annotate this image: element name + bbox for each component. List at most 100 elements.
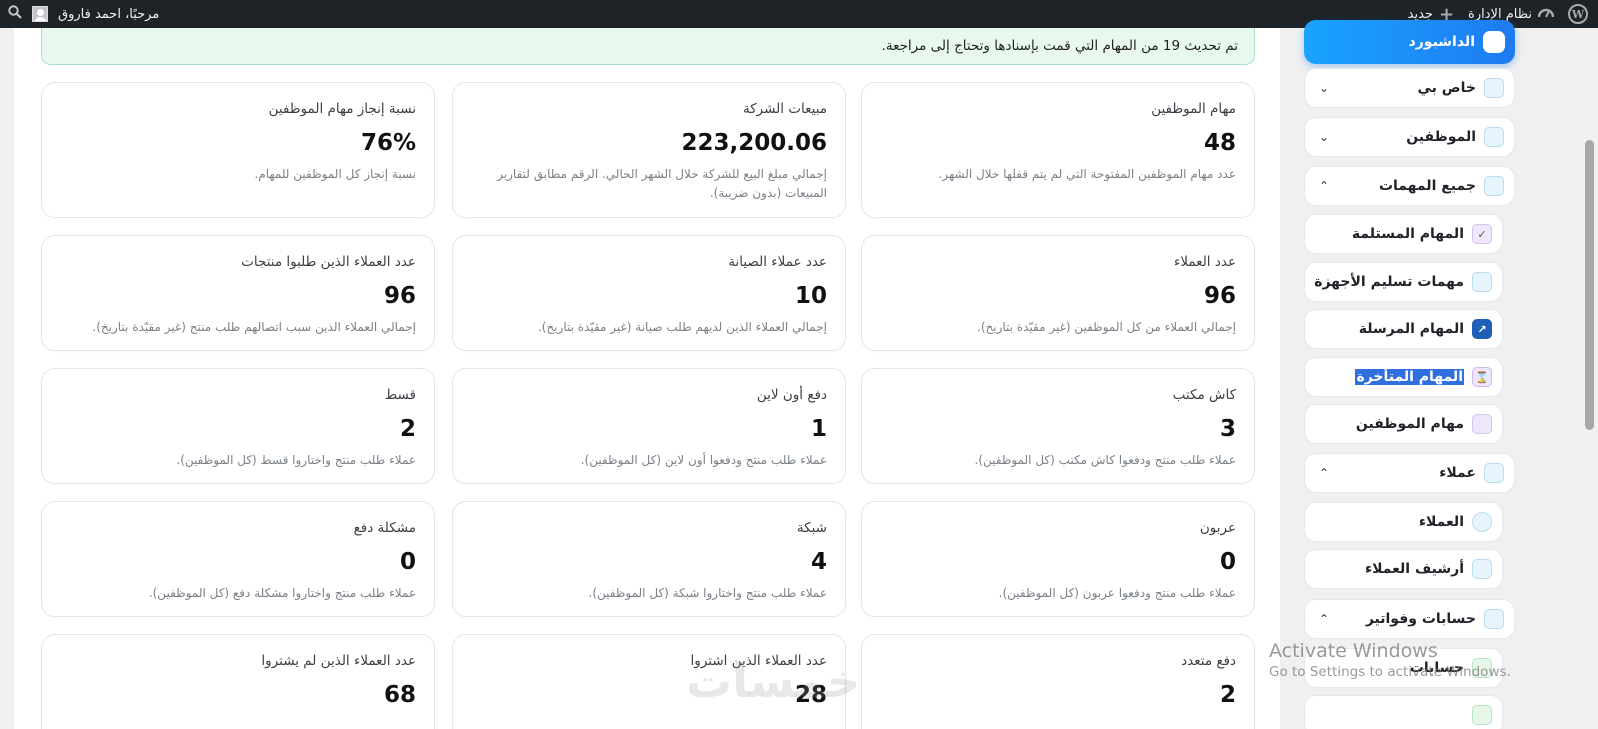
card-title: عدد عملاء الصيانة (728, 254, 827, 270)
card-value: 48 (1203, 130, 1236, 156)
card-value: 223,200.06 (681, 130, 827, 156)
sidebar-item-label: المهام المستلمة (1351, 226, 1464, 242)
sidebar-item-clients-group[interactable]: عملاء ⌃ (1304, 453, 1515, 493)
greeting-link[interactable]: مرحبًا، احمد فاروق (58, 7, 159, 22)
stat-card-installment: قسط 2 عملاء طلب منتج واختاروا قسط (كل ال… (41, 368, 435, 484)
avatar[interactable] (32, 6, 48, 22)
page-scrollbar[interactable] (1581, 28, 1598, 729)
chevron-up-icon[interactable]: ⌃ (1319, 612, 1329, 626)
menu-item-icon (1472, 705, 1492, 725)
watermark: خمسات (686, 654, 861, 708)
activate-windows-overlay: Activate Windows Go to Settings to activ… (1269, 640, 1511, 680)
update-notice: تم تحديث 19 من المهام التي قمت بإسنادها … (41, 28, 1255, 65)
stat-card-payment-problem: مشكلة دفع 0 عملاء طلب منتج واختاروا مشكل… (41, 501, 435, 617)
card-title: عربون (1199, 520, 1236, 536)
card-title: عدد العملاء الذين لم يشتروا (261, 653, 416, 669)
card-value: 10 (794, 283, 827, 309)
client-icon (1472, 512, 1492, 532)
card-description: نسبة إنجاز كل الموظفين للمهام. (254, 167, 416, 181)
card-description: إجمالي العملاء الذين سبب اتصالهم طلب منت… (92, 320, 416, 334)
card-description: إجمالي العملاء الذين لديهم طلب صيانة (غي… (537, 320, 827, 334)
card-value: 2 (399, 416, 416, 442)
sidebar-item-employees[interactable]: الموظفين ⌄ (1304, 117, 1515, 157)
card-description: إجمالي العملاء من كل الموظفين (غير مقيّد… (977, 320, 1236, 334)
search-icon[interactable] (8, 5, 22, 23)
sidebar-item-label: أرشيف العملاء (1364, 561, 1464, 577)
sidebar-item-clients[interactable]: العملاء (1304, 502, 1503, 542)
sidebar-item-label: جميع المهمات (1378, 178, 1476, 194)
sidebar-item-device-tasks[interactable]: مهمات تسليم الأجهزة (1304, 262, 1503, 302)
sidebar-item-label: حسابات وفواتير (1365, 611, 1476, 627)
chevron-up-icon[interactable]: ⌃ (1319, 179, 1329, 193)
card-description: عملاء طلب منتج واختاروا قسط (كل الموظفين… (176, 453, 416, 467)
users-icon (1484, 127, 1504, 147)
scrollbar-thumb[interactable] (1585, 140, 1594, 430)
card-title: مبيعات الشركة (742, 101, 827, 117)
hourglass-icon: ⌛ (1472, 367, 1492, 387)
activate-subtitle: Go to Settings to activate Windows. (1269, 664, 1511, 680)
sidebar-item-mine[interactable]: خاص بي ⌄ (1304, 68, 1515, 108)
sidebar: الداشبورد خاص بي ⌄ الموظفين ⌄ جميع المهم… (1284, 20, 1546, 729)
notice-text: تم تحديث 19 من المهام التي قمت بإسنادها … (881, 38, 1238, 54)
list-icon (1472, 414, 1492, 434)
card-description: إجمالي مبلغ البيع للشركة خلال الشهر الحا… (497, 167, 827, 200)
card-description: عملاء طلب منتج ودفعوا عربون (كل الموظفين… (998, 586, 1236, 600)
tasks-icon (1484, 176, 1504, 196)
card-value: 1 (810, 416, 827, 442)
card-value: 76% (360, 130, 416, 156)
sidebar-item-label: المهام المتأخرة (1355, 369, 1464, 385)
stat-card-multi-payment: دفع متعدد 2 (861, 634, 1255, 729)
sidebar-item-all-tasks[interactable]: جميع المهمات ⌃ (1304, 166, 1515, 206)
card-title: دفع متعدد (1181, 653, 1236, 669)
sidebar-item-label: الموظفين (1406, 129, 1476, 145)
card-value: 68 (383, 682, 416, 708)
sidebar-item-label: مهمات تسليم الأجهزة (1314, 274, 1464, 290)
card-value: 2 (1219, 682, 1236, 708)
stat-card-network: شبكة 4 عملاء طلب منتج واختاروا شبكة (كل … (452, 501, 846, 617)
card-title: عدد العملاء الذين طلبوا منتجات (241, 254, 416, 270)
chevron-down-icon[interactable]: ⌄ (1319, 130, 1329, 144)
card-value: 4 (810, 549, 827, 575)
card-description: عملاء طلب منتج واختاروا شبكة (كل الموظفي… (588, 586, 827, 600)
invoice-icon (1484, 609, 1504, 629)
sidebar-item-late-tasks[interactable]: ⌛ المهام المتأخرة (1304, 357, 1503, 397)
card-description: عملاء طلب منتج ودفعوا كاش مكتب (كل الموظ… (974, 453, 1236, 467)
card-value: 96 (383, 283, 416, 309)
stat-card-office-cash: كاش مكتب 3 عملاء طلب منتج ودفعوا كاش مكت… (861, 368, 1255, 484)
activate-title: Activate Windows (1269, 640, 1438, 662)
sidebar-item-sent-tasks[interactable]: ↗ المهام المرسلة (1304, 309, 1503, 349)
card-description: عدد مهام الموظفين المفتوحة التي لم يتم ق… (938, 167, 1236, 181)
folder-icon (1484, 78, 1504, 98)
sidebar-item-label: المهام المرسلة (1358, 321, 1464, 337)
stat-card-clients-count: عدد العملاء 96 إجمالي العملاء من كل المو… (861, 235, 1255, 351)
stat-card-maintenance-clients: عدد عملاء الصيانة 10 إجمالي العملاء الذي… (452, 235, 846, 351)
check-icon: ✓ (1472, 224, 1492, 244)
card-title: شبكة (796, 520, 827, 536)
stat-card-employee-tasks: مهام الموظفين 48 عدد مهام الموظفين المفت… (861, 82, 1255, 218)
card-title: نسبة إنجاز مهام الموظفين (268, 101, 416, 117)
card-title: دفع أون لاين (756, 387, 827, 403)
sidebar-item-received-tasks[interactable]: ✓ المهام المستلمة (1304, 214, 1503, 254)
sidebar-item-partial[interactable] (1304, 695, 1503, 729)
sidebar-item-employee-tasks[interactable]: مهام الموظفين (1304, 404, 1503, 444)
card-value: 0 (399, 549, 416, 575)
chevron-up-icon[interactable]: ⌃ (1319, 466, 1329, 480)
sidebar-item-dashboard[interactable]: الداشبورد (1304, 20, 1515, 64)
card-value: 0 (1219, 549, 1236, 575)
card-title: مشكلة دفع (353, 520, 416, 536)
chevron-down-icon[interactable]: ⌄ (1319, 81, 1329, 95)
stat-card-online-payment: دفع أون لاين 1 عملاء طلب منتج ودفعوا أون… (452, 368, 846, 484)
stat-card-company-sales: مبيعات الشركة 223,200.06 إجمالي مبلغ الب… (452, 82, 846, 218)
card-title: مهام الموظفين (1151, 101, 1236, 117)
sidebar-item-accounts-invoices[interactable]: حسابات وفواتير ⌃ (1304, 599, 1515, 639)
sidebar-item-label: مهام الموظفين (1355, 416, 1464, 432)
card-title: قسط (384, 387, 416, 403)
card-title: كاش مكتب (1172, 387, 1236, 403)
clients-icon (1484, 463, 1504, 483)
device-icon (1472, 272, 1492, 292)
card-value: 96 (1203, 283, 1236, 309)
wordpress-logo-icon[interactable]: W (1568, 4, 1588, 24)
card-description: عملاء طلب منتج واختاروا مشكلة دفع (كل ال… (148, 586, 416, 600)
stat-card-completion-rate: نسبة إنجاز مهام الموظفين 76% نسبة إنجاز … (41, 82, 435, 218)
sidebar-item-clients-archive[interactable]: أرشيف العملاء (1304, 549, 1503, 589)
